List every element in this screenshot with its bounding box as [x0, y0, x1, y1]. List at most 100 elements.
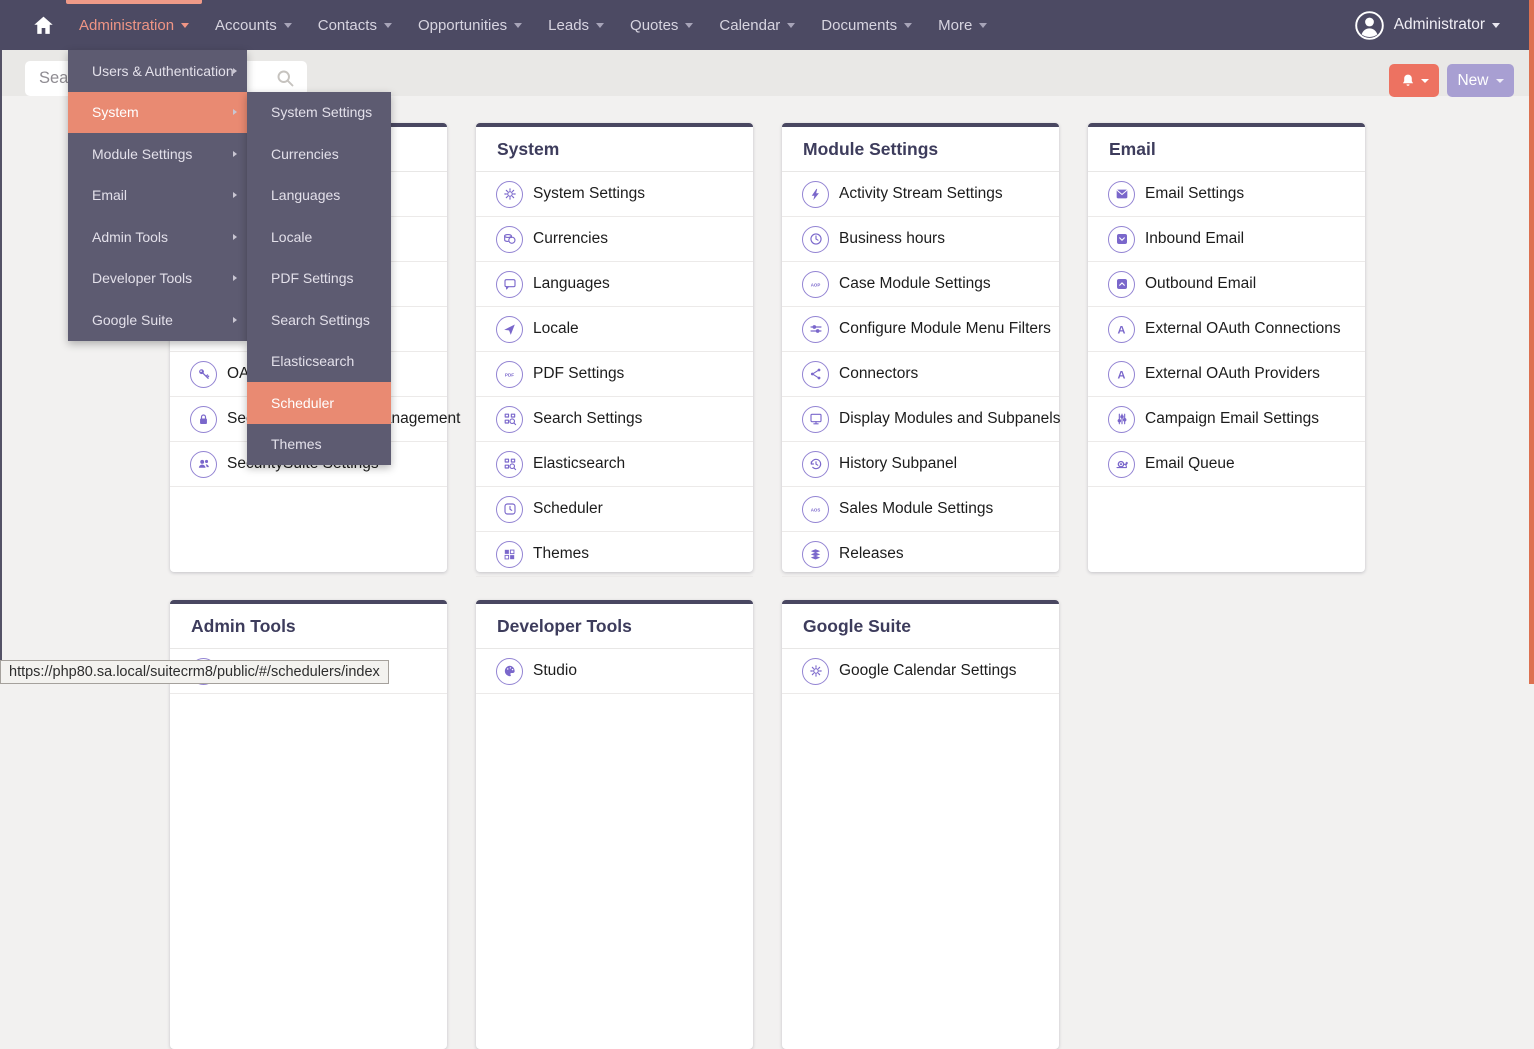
card-item-search-settings[interactable]: Search Settings — [476, 397, 753, 442]
nav-item-more[interactable]: More — [925, 0, 1000, 50]
right-edge-accent-bar — [1529, 0, 1534, 684]
card-item-label: Campaign Email Settings — [1145, 410, 1319, 428]
menu-item-label: Developer Tools — [92, 270, 192, 286]
card-item-case-module-settings[interactable]: AOP Case Module Settings — [782, 262, 1059, 307]
nav-item-quotes[interactable]: Quotes — [617, 0, 706, 50]
card-item-themes[interactable]: Themes — [476, 532, 753, 577]
card-item-sales-module-settings[interactable]: AOSSales Module Settings — [782, 487, 1059, 532]
admin-submenu-item-search-settings[interactable]: Search Settings — [247, 299, 391, 341]
admin-submenu-item-elasticsearch[interactable]: Elasticsearch — [247, 341, 391, 383]
card-system: SystemSystem SettingsCurrenciesLanguages… — [476, 123, 753, 572]
card-item-releases[interactable]: Releases — [782, 532, 1059, 577]
card-item-pdf-settings[interactable]: PDFPDF Settings — [476, 352, 753, 397]
admin-menu-item-admin-tools[interactable]: Admin Tools — [68, 216, 247, 258]
admin-menu-item-system[interactable]: System — [68, 92, 247, 134]
card-item-label: Languages — [533, 275, 610, 293]
user-menu[interactable]: Administrator — [1354, 0, 1500, 50]
card-item-external-oauth-providers[interactable]: AExternal OAuth Providers — [1088, 352, 1365, 397]
card-email: EmailEmail SettingsInbound EmailOutbound… — [1088, 123, 1365, 572]
card-item-campaign-email-settings[interactable]: Campaign Email Settings — [1088, 397, 1365, 442]
card-item-elasticsearch[interactable]: Elasticsearch — [476, 442, 753, 487]
menu-item-label: Locale — [271, 229, 312, 245]
admin-submenu-item-scheduler[interactable]: Scheduler — [247, 382, 391, 424]
themes-grid-icon — [496, 541, 523, 568]
nav-item-documents[interactable]: Documents — [808, 0, 925, 50]
user-avatar-icon — [1354, 10, 1385, 41]
card-item-label: Currencies — [533, 230, 608, 248]
card-item-system-settings[interactable]: System Settings — [476, 172, 753, 217]
card-item-label: Business hours — [839, 230, 945, 248]
clock-square-icon — [496, 496, 523, 523]
admin-submenu-item-system-settings[interactable]: System Settings — [247, 92, 391, 134]
card-item-connectors[interactable]: Connectors — [782, 352, 1059, 397]
nav-item-administration[interactable]: Administration — [66, 0, 202, 50]
admin-menu-item-developer-tools[interactable]: Developer Tools — [68, 258, 247, 300]
card-item-display-modules-and-subpanels[interactable]: Display Modules and Subpanels — [782, 397, 1059, 442]
card-item-locale[interactable]: Locale — [476, 307, 753, 352]
palette-icon — [496, 658, 523, 685]
nav-item-label: Contacts — [318, 17, 377, 34]
card-item-inbound-email[interactable]: Inbound Email — [1088, 217, 1365, 262]
card-item-history-subpanel[interactable]: History Subpanel — [782, 442, 1059, 487]
nav-item-opportunities[interactable]: Opportunities — [405, 0, 535, 50]
card-item-label: Email Queue — [1145, 455, 1235, 473]
left-edge-border — [0, 50, 2, 684]
card-item-label: External OAuth Connections — [1145, 320, 1341, 338]
card-item-label: Case Module Settings — [839, 275, 991, 293]
search-modules-icon — [496, 406, 523, 433]
nav-item-accounts[interactable]: Accounts — [202, 0, 305, 50]
menu-item-label: Admin Tools — [92, 229, 168, 245]
card-item-configure-module-menu-filters[interactable]: Configure Module Menu Filters — [782, 307, 1059, 352]
card-item-business-hours[interactable]: Business hours — [782, 217, 1059, 262]
card-item-email-settings[interactable]: Email Settings — [1088, 172, 1365, 217]
menu-item-label: Email — [92, 187, 127, 203]
nav-item-label: Administration — [79, 17, 174, 34]
admin-submenu-item-currencies[interactable]: Currencies — [247, 133, 391, 175]
menu-item-label: PDF Settings — [271, 270, 353, 286]
menu-item-label: System Settings — [271, 104, 372, 120]
nav-item-contacts[interactable]: Contacts — [305, 0, 405, 50]
chevron-down-icon — [787, 23, 795, 28]
nav-item-calendar[interactable]: Calendar — [706, 0, 808, 50]
admin-submenu-item-themes[interactable]: Themes — [247, 424, 391, 466]
card-item-external-oauth-connections[interactable]: A External OAuth Connections — [1088, 307, 1365, 352]
admin-submenu-item-locale[interactable]: Locale — [247, 216, 391, 258]
home-button[interactable] — [28, 14, 58, 37]
card-item-google-calendar-settings[interactable]: Google Calendar Settings — [782, 649, 1059, 694]
svg-text:AOP: AOP — [811, 282, 821, 287]
admin-menu-item-email[interactable]: Email — [68, 175, 247, 217]
search-icon — [275, 68, 296, 89]
card-item-languages[interactable]: Languages — [476, 262, 753, 307]
card-item-label: PDF Settings — [533, 365, 624, 383]
nav-item-leads[interactable]: Leads — [535, 0, 617, 50]
envelope-icon — [1108, 181, 1135, 208]
clock-icon — [802, 226, 829, 253]
submenu-arrow-icon — [233, 234, 237, 240]
admin-menu-item-google-suite[interactable]: Google Suite — [68, 299, 247, 341]
card-item-scheduler[interactable]: Scheduler — [476, 487, 753, 532]
status-url-tooltip: https://php80.sa.local/suitecrm8/public/… — [0, 660, 389, 684]
card-item-activity-stream-settings[interactable]: Activity Stream Settings — [782, 172, 1059, 217]
menu-item-label: Languages — [271, 187, 340, 203]
new-button-label: New — [1457, 72, 1488, 90]
card-item-outbound-email[interactable]: Outbound Email — [1088, 262, 1365, 307]
admin-submenu-item-pdf-settings[interactable]: PDF Settings — [247, 258, 391, 300]
admin-submenu-item-languages[interactable]: Languages — [247, 175, 391, 217]
chevron-down-icon — [514, 23, 522, 28]
new-button[interactable]: New — [1447, 64, 1514, 97]
menu-item-label: Search Settings — [271, 312, 370, 328]
home-icon — [32, 14, 55, 37]
card-item-currencies[interactable]: Currencies — [476, 217, 753, 262]
oauth-a-icon: A — [1108, 316, 1135, 343]
lightning-icon — [802, 181, 829, 208]
admin-menu-item-users-authentication[interactable]: Users & Authentication — [68, 50, 247, 92]
card-title-admin-tools: Admin Tools — [170, 604, 447, 649]
notifications-button[interactable] — [1389, 64, 1439, 97]
envelope-inbound-icon — [1108, 226, 1135, 253]
card-title-google-suite: Google Suite — [782, 604, 1059, 649]
card-item-studio[interactable]: Studio — [476, 649, 753, 694]
card-item-label: Locale — [533, 320, 579, 338]
nav-item-label: Leads — [548, 17, 589, 34]
card-item-email-queue[interactable]: Email Queue — [1088, 442, 1365, 487]
admin-menu-item-module-settings[interactable]: Module Settings — [68, 133, 247, 175]
